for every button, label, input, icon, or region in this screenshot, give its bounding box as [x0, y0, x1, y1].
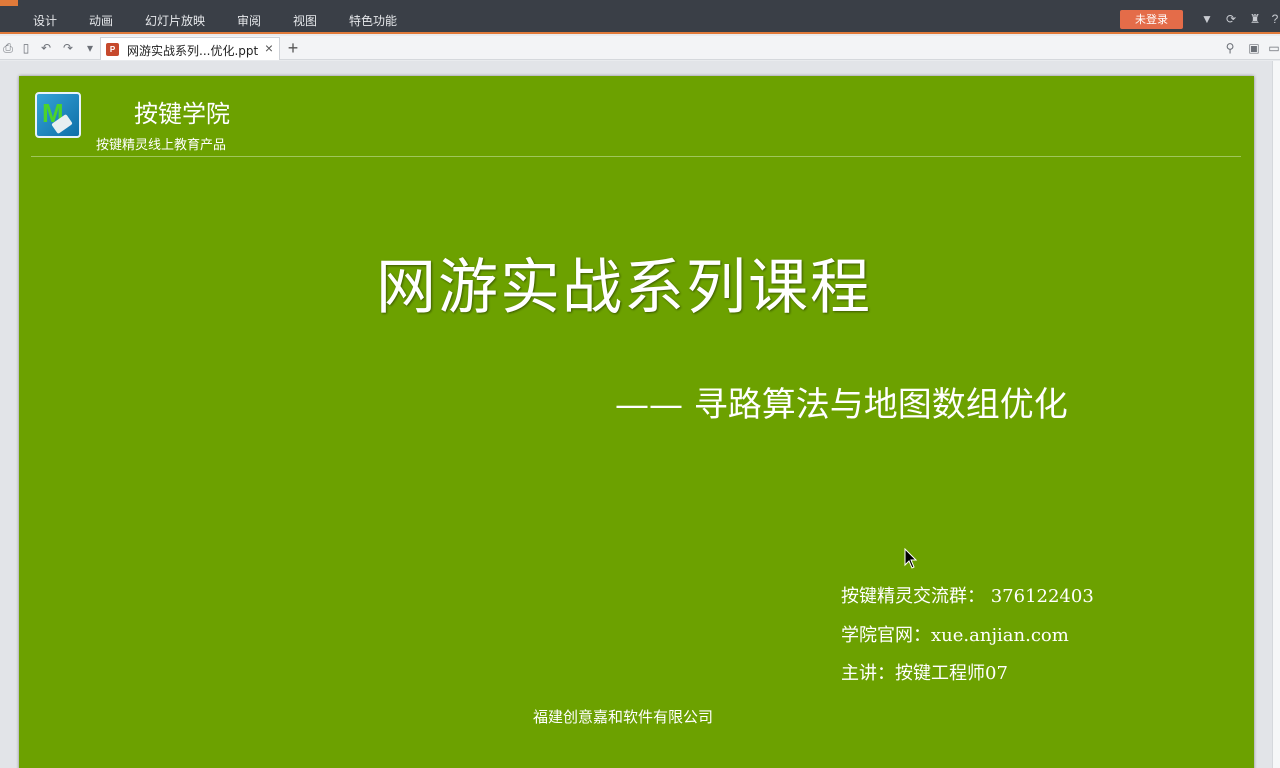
- sync-icon[interactable]: ⟳: [1224, 12, 1238, 26]
- toolbar-dropdown-icon[interactable]: ▾: [82, 40, 98, 56]
- pin-icon[interactable]: ⚲: [1222, 40, 1238, 56]
- vertical-scrollbar[interactable]: [1272, 61, 1280, 768]
- header-divider: [31, 156, 1241, 157]
- help-icon[interactable]: ?: [1268, 12, 1280, 26]
- mouse-cursor-icon: [904, 548, 918, 569]
- info-qq-group[interactable]: 按键精灵交流群： 376122403: [841, 582, 1094, 608]
- brand-subtitle: 按键精灵线上教育产品: [96, 138, 227, 153]
- document-tab-label: 网游实战系列...优化.ppt: [127, 44, 259, 58]
- brand-title: 按键学院: [134, 100, 230, 128]
- menu-review[interactable]: 审阅: [237, 12, 261, 29]
- slide-main-title[interactable]: 网游实战系列课程: [376, 239, 872, 326]
- close-tab-icon[interactable]: ×: [265, 40, 273, 56]
- info-lecturer[interactable]: 主讲：按键工程师07: [841, 659, 1008, 685]
- info-website[interactable]: 学院官网：xue.anjian.com: [841, 621, 1069, 647]
- menu-animation[interactable]: 动画: [89, 12, 113, 29]
- menu-view[interactable]: 视图: [293, 12, 317, 29]
- menu-features[interactable]: 特色功能: [349, 12, 397, 29]
- print-icon[interactable]: ⎙: [0, 40, 16, 56]
- download-icon[interactable]: ▼: [1200, 12, 1214, 26]
- add-tab-icon[interactable]: +: [284, 37, 302, 59]
- anjian-logo: M: [35, 92, 81, 138]
- restore-icon[interactable]: ▭: [1266, 40, 1280, 56]
- print-preview-icon[interactable]: ▯: [18, 40, 34, 56]
- redo-icon[interactable]: ↷: [60, 40, 76, 56]
- menu-bar: 设计 动画 幻灯片放映 审阅 视图 特色功能 未登录 ▼ ⟳ ♜ ?: [0, 0, 1280, 34]
- undo-icon[interactable]: ↶: [38, 40, 54, 56]
- slide-canvas[interactable]: M 按键学院 按键精灵线上教育产品 网游实战系列课程 —— 寻路算法与地图数组优…: [19, 76, 1254, 768]
- window-icon[interactable]: ▣: [1246, 40, 1262, 56]
- login-button[interactable]: 未登录: [1120, 10, 1183, 29]
- company-name[interactable]: 福建创意嘉和软件有限公司: [533, 706, 713, 727]
- menu-slideshow[interactable]: 幻灯片放映: [145, 12, 205, 29]
- slide-subtitle[interactable]: —— 寻路算法与地图数组优化: [615, 377, 1068, 426]
- ppt-file-icon: P: [106, 43, 119, 56]
- document-tab[interactable]: P 网游实战系列...优化.ppt ×: [100, 37, 280, 60]
- app-accent: [0, 0, 18, 6]
- skin-icon[interactable]: ♜: [1248, 12, 1262, 26]
- menu-design[interactable]: 设计: [33, 12, 57, 29]
